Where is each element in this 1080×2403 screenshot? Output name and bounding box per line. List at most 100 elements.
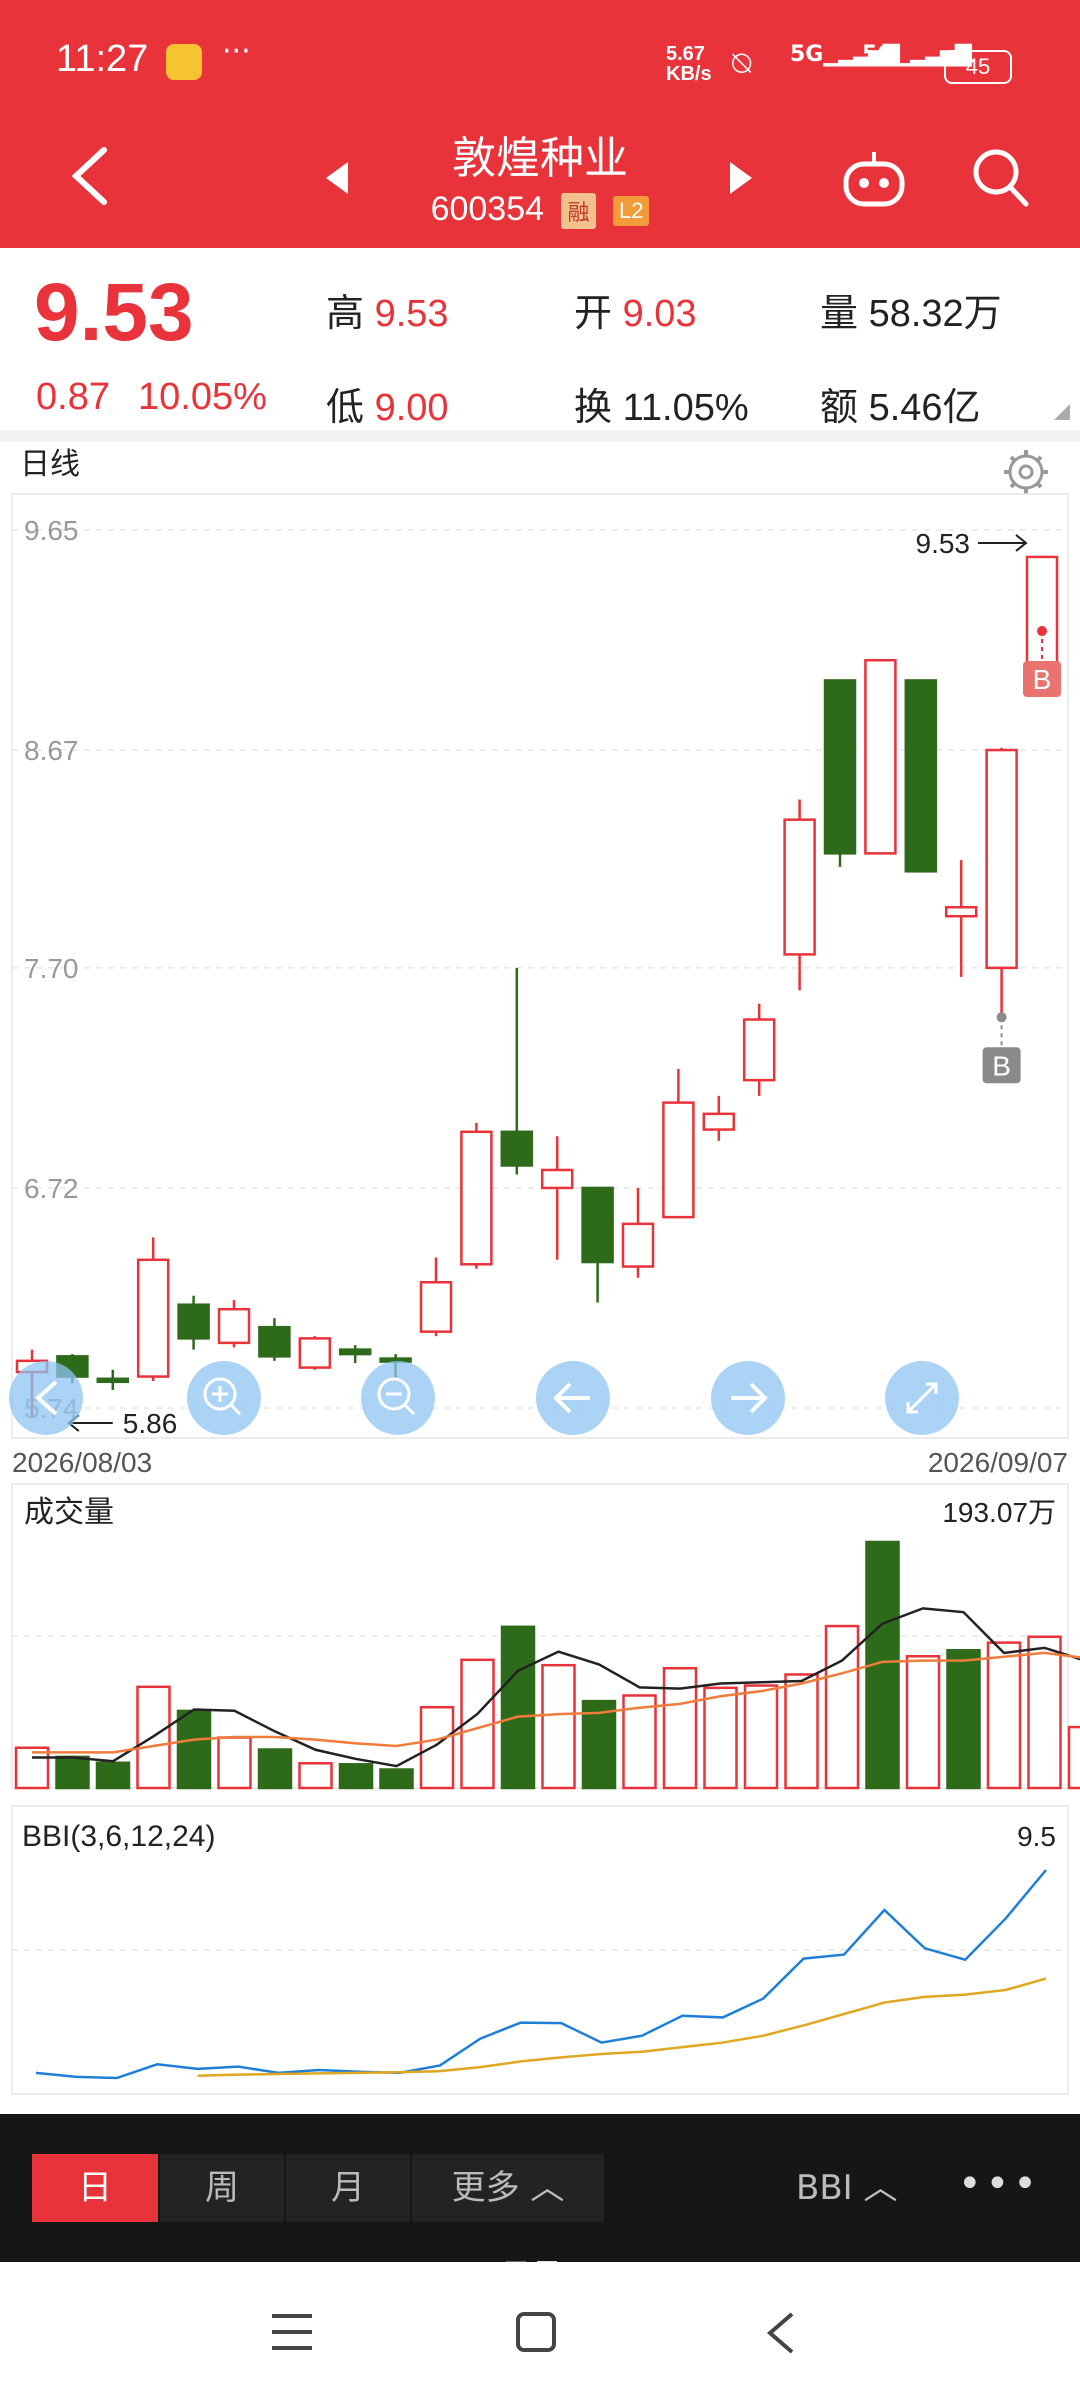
stock-code-row: 600354 融 L2 [0,190,1080,230]
amount-row: 额 5.46亿 [820,387,981,429]
stock-name: 敦煌种业 [452,133,628,184]
open-row: 开 9.03 [574,293,697,335]
candle [258,1325,291,1358]
y-tick-label: 6.72 [24,1173,79,1204]
scroll-left-button[interactable] [536,1361,610,1435]
candle [823,679,857,855]
y-tick-label: 9.65 [24,515,79,546]
chevron-up-icon: ︿ [530,2168,565,2208]
volume-bar [14,1746,50,1790]
weibo-icon [166,44,202,80]
robot-icon[interactable] [842,150,906,208]
volume-bar [500,1625,536,1790]
volume-max: 193.07万 [942,1497,1056,1528]
min-price-label: 5.86 [123,1408,178,1439]
chevron-up-icon: ︿ [863,2168,898,2208]
low-row: 低 9.00 [326,387,449,429]
indicator-select[interactable]: BBI ︿ [796,2154,898,2222]
scroll-right-button[interactable] [711,1361,785,1435]
volume-bar [55,1755,90,1790]
candle [298,1337,332,1369]
change-amount: 0.87 [36,376,110,418]
divider [0,430,1080,442]
candle [581,1186,614,1264]
kline-chart-area[interactable]: 日线 9.658.677.706.725.74 9.535.86BB 2026/… [0,442,1080,2112]
volume-bar [703,1686,738,1790]
candle [783,818,816,956]
volume-title: 成交量 [24,1496,114,1529]
scroll-left-edge-button[interactable] [9,1361,83,1435]
tab-week[interactable]: 周 [160,2154,284,2222]
candle [864,658,897,855]
candle [419,1281,453,1333]
margin-badge: 融 [561,193,596,230]
y-tick-label: 7.70 [24,953,79,984]
candle [177,1303,210,1340]
candle [500,1130,534,1167]
high-row: 高 9.53 [326,293,449,335]
bbi-value: 9.5 [1017,1821,1056,1852]
volume-bar [784,1673,819,1790]
battery: 45 [944,50,1012,84]
period-label: 日线 [20,448,80,481]
buy-marker-label: B [992,1050,1011,1081]
candle [460,1130,493,1266]
volume-bar [298,1762,333,1790]
current-price: 9.53 [34,267,194,358]
candle [662,1101,695,1219]
volume-bar [419,1705,455,1790]
volume-bar [379,1768,414,1790]
system-back-icon[interactable] [762,2310,798,2356]
volume-bar [905,1655,941,1790]
zoom-out-button[interactable] [361,1361,435,1435]
candle [702,1112,736,1131]
search-icon[interactable] [970,146,1030,208]
y-tick-label: 8.67 [24,735,79,766]
candle [621,1222,655,1268]
buy-marker-label: B [1033,664,1052,695]
system-nav-bar [0,2262,1080,2403]
more-notifications-icon: ··· [222,34,251,69]
volume-bar [946,1649,981,1790]
next-stock-icon[interactable] [728,160,754,196]
period-tab-bar: 日 周 月 更多 ︿ BBI ︿ ••• [0,2114,1080,2267]
turnover-row: 换 11.05% [574,387,749,429]
expand-corner-icon[interactable] [1054,404,1070,420]
tab-more[interactable]: 更多 ︿ [412,2154,604,2222]
candle [540,1168,574,1190]
volume-bar [986,1641,1022,1790]
status-time: 11:27 [56,38,149,80]
volume-bar [743,1684,779,1790]
candle [904,679,938,873]
change-percent: 10.05% [138,376,267,418]
volume-row: 量 58.32万 [820,293,1002,335]
net-speed: 5.67 KB/s [666,43,712,85]
mute-icon: ⍉ [732,44,752,82]
candle [985,748,1018,970]
tab-day[interactable]: 日 [32,2154,158,2222]
volume-bar [257,1748,293,1790]
bbi-title: BBI(3,6,12,24) [22,1820,215,1853]
date-end: 2026/09/07 [928,1447,1068,1478]
candle [217,1307,251,1345]
volume-bar [95,1761,131,1790]
date-start: 2026/08/03 [12,1447,152,1478]
l2-badge: L2 [612,196,650,227]
candle [742,1018,776,1082]
header: 11:27 ··· 5.67 KB/s ⍉ 5G▁▂▃▅▇ 5G▁▂▃▅▇ 45 … [0,0,1080,248]
tab-month[interactable]: 月 [286,2154,410,2222]
zoom-in-button[interactable] [187,1361,261,1435]
candle [96,1377,130,1384]
volume-bar [176,1709,212,1790]
home-icon[interactable] [514,2310,558,2354]
volume-bar [1067,1725,1080,1790]
candle [338,1348,372,1356]
fullscreen-button[interactable] [885,1361,959,1435]
volume-bar [217,1736,252,1790]
max-price-label: 9.53 [916,528,971,559]
candle [136,1258,170,1378]
more-options-icon[interactable]: ••• [958,2154,1041,2222]
menu-icon[interactable] [270,2312,314,2352]
volume-bar [541,1663,576,1790]
candle [1025,555,1059,671]
